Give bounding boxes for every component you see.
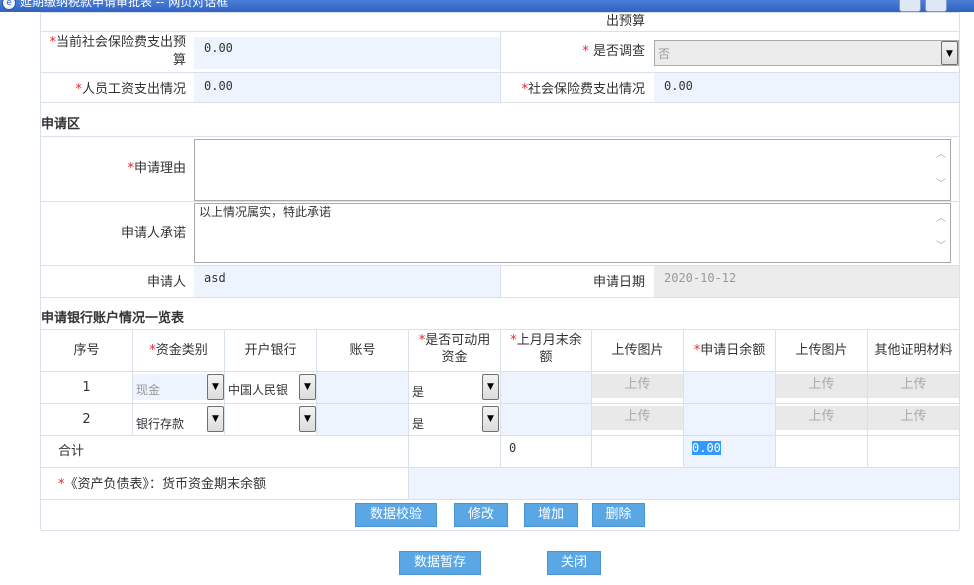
row1-seq: 1 <box>82 380 91 395</box>
row2-bank-select[interactable]: ▼ <box>225 406 316 432</box>
total-apply-balance-field[interactable]: 0.00 <box>684 436 775 467</box>
apply-section-title: 申请区 <box>41 117 81 132</box>
social-budget-label: *当前社会保险费支出预算 <box>49 35 186 68</box>
save-draft-button[interactable]: 数据暂存 <box>399 551 481 575</box>
chevron-down-icon: ▼ <box>299 406 316 432</box>
reason-label: *申请理由 <box>127 161 186 176</box>
bank-section-title: 申请银行账户情况一览表 <box>41 311 185 326</box>
promise-textarea[interactable]: 以上情况属实，特此承诺 ︿ ﹀ <box>194 203 951 263</box>
chevron-down-icon: ▼ <box>482 406 499 432</box>
chevron-down-icon: ﹀ <box>936 241 946 252</box>
chevron-up-icon: ︿ <box>936 149 946 160</box>
social-field[interactable]: 0.00 <box>654 73 959 102</box>
window-titlebar: e 延期缴纳税款申请审批表 -- 网页对话框 <box>0 0 974 12</box>
chevron-down-icon: ▼ <box>941 41 958 65</box>
col-fund-type: *资金类别 <box>149 343 208 358</box>
date-label: 申请日期 <box>592 275 645 290</box>
chevron-down-icon: ▼ <box>482 374 499 400</box>
social-budget-field[interactable]: 0.00 <box>194 37 500 69</box>
minimize-button[interactable] <box>899 0 921 12</box>
row1-usable-select[interactable]: 是 ▼ <box>409 374 499 400</box>
top-label-tail: 出预算 <box>605 14 645 29</box>
row1-upload-button-2[interactable]: 上传 <box>776 374 867 398</box>
date-field[interactable]: 2020-10-12 <box>654 266 959 297</box>
row1-apply-balance-field[interactable] <box>684 372 775 403</box>
chevron-down-icon: ﹀ <box>936 179 946 190</box>
row2-upload-button-3[interactable]: 上传 <box>868 406 959 430</box>
row1-bank-select[interactable]: 中国人民银 ▼ <box>225 374 316 400</box>
promise-scrollbar[interactable]: ︿ ﹀ <box>933 204 950 262</box>
col-account: 账号 <box>349 343 376 358</box>
maximize-button[interactable] <box>925 0 947 12</box>
validate-button[interactable]: 数据校验 <box>355 503 437 527</box>
col-bank: 开户银行 <box>244 343 297 358</box>
close-button[interactable]: 关闭 <box>547 551 601 575</box>
chevron-up-icon: ︿ <box>936 213 946 224</box>
row2-fund-type-select[interactable]: 银行存款 ▼ <box>133 406 224 432</box>
chevron-down-icon: ▼ <box>299 374 316 400</box>
reason-scrollbar[interactable]: ︿ ﹀ <box>933 140 950 200</box>
col-apply-balance: *申请日余额 <box>693 343 766 358</box>
col-last-balance: *上月月末余额 <box>510 333 582 365</box>
window-title: 延期缴纳税款申请审批表 -- 网页对话框 <box>20 0 229 9</box>
row2-upload-button-2[interactable]: 上传 <box>776 406 867 430</box>
row1-fund-type-select[interactable]: 现金 ▼ <box>133 374 224 400</box>
promise-label: 申请人承诺 <box>120 226 186 241</box>
reason-textarea[interactable]: ︿ ﹀ <box>194 139 951 201</box>
social-label: *社会保险费支出情况 <box>521 82 645 97</box>
col-seq: 序号 <box>73 343 100 358</box>
total-label: 合计 <box>58 444 85 459</box>
row2-apply-balance-field[interactable] <box>684 404 775 435</box>
col-usable: *是否可动用 资金 <box>418 333 491 365</box>
col-upload-1: 上传图片 <box>611 343 664 358</box>
investigate-select[interactable]: 否 ▼ <box>654 40 959 66</box>
row1-account-field[interactable] <box>317 372 408 403</box>
row1-upload-button-3[interactable]: 上传 <box>868 374 959 398</box>
assets-label: *《资产负债表》：货币资金期末余额 <box>58 477 267 492</box>
add-row-button[interactable]: 增加 <box>524 503 578 527</box>
applicant-label: 申请人 <box>146 275 186 290</box>
row2-upload-button-1[interactable]: 上传 <box>592 406 683 430</box>
chevron-down-icon: ▼ <box>207 374 224 400</box>
applicant-field[interactable]: asd <box>194 266 500 297</box>
row2-seq: 2 <box>82 412 91 427</box>
investigate-label: * 是否调查 <box>582 44 645 59</box>
row2-usable-select[interactable]: 是 ▼ <box>409 406 499 432</box>
col-other: 其他证明材料 <box>874 343 953 358</box>
chevron-down-icon: ▼ <box>207 406 224 432</box>
assets-field[interactable] <box>409 468 959 499</box>
row1-last-balance-field[interactable] <box>501 372 591 403</box>
modify-button[interactable]: 修改 <box>454 503 508 527</box>
row2-account-field[interactable] <box>317 404 408 435</box>
row2-last-balance-field[interactable] <box>501 404 591 435</box>
total-last-balance: 0 <box>509 441 517 455</box>
salary-label: *人员工资支出情况 <box>75 82 186 97</box>
salary-field[interactable]: 0.00 <box>194 73 500 102</box>
col-upload-2: 上传图片 <box>795 343 848 358</box>
ie-icon: e <box>2 0 16 10</box>
delete-row-button[interactable]: 删除 <box>592 503 645 527</box>
row1-upload-button-1[interactable]: 上传 <box>592 374 683 398</box>
frame-right <box>959 12 960 530</box>
